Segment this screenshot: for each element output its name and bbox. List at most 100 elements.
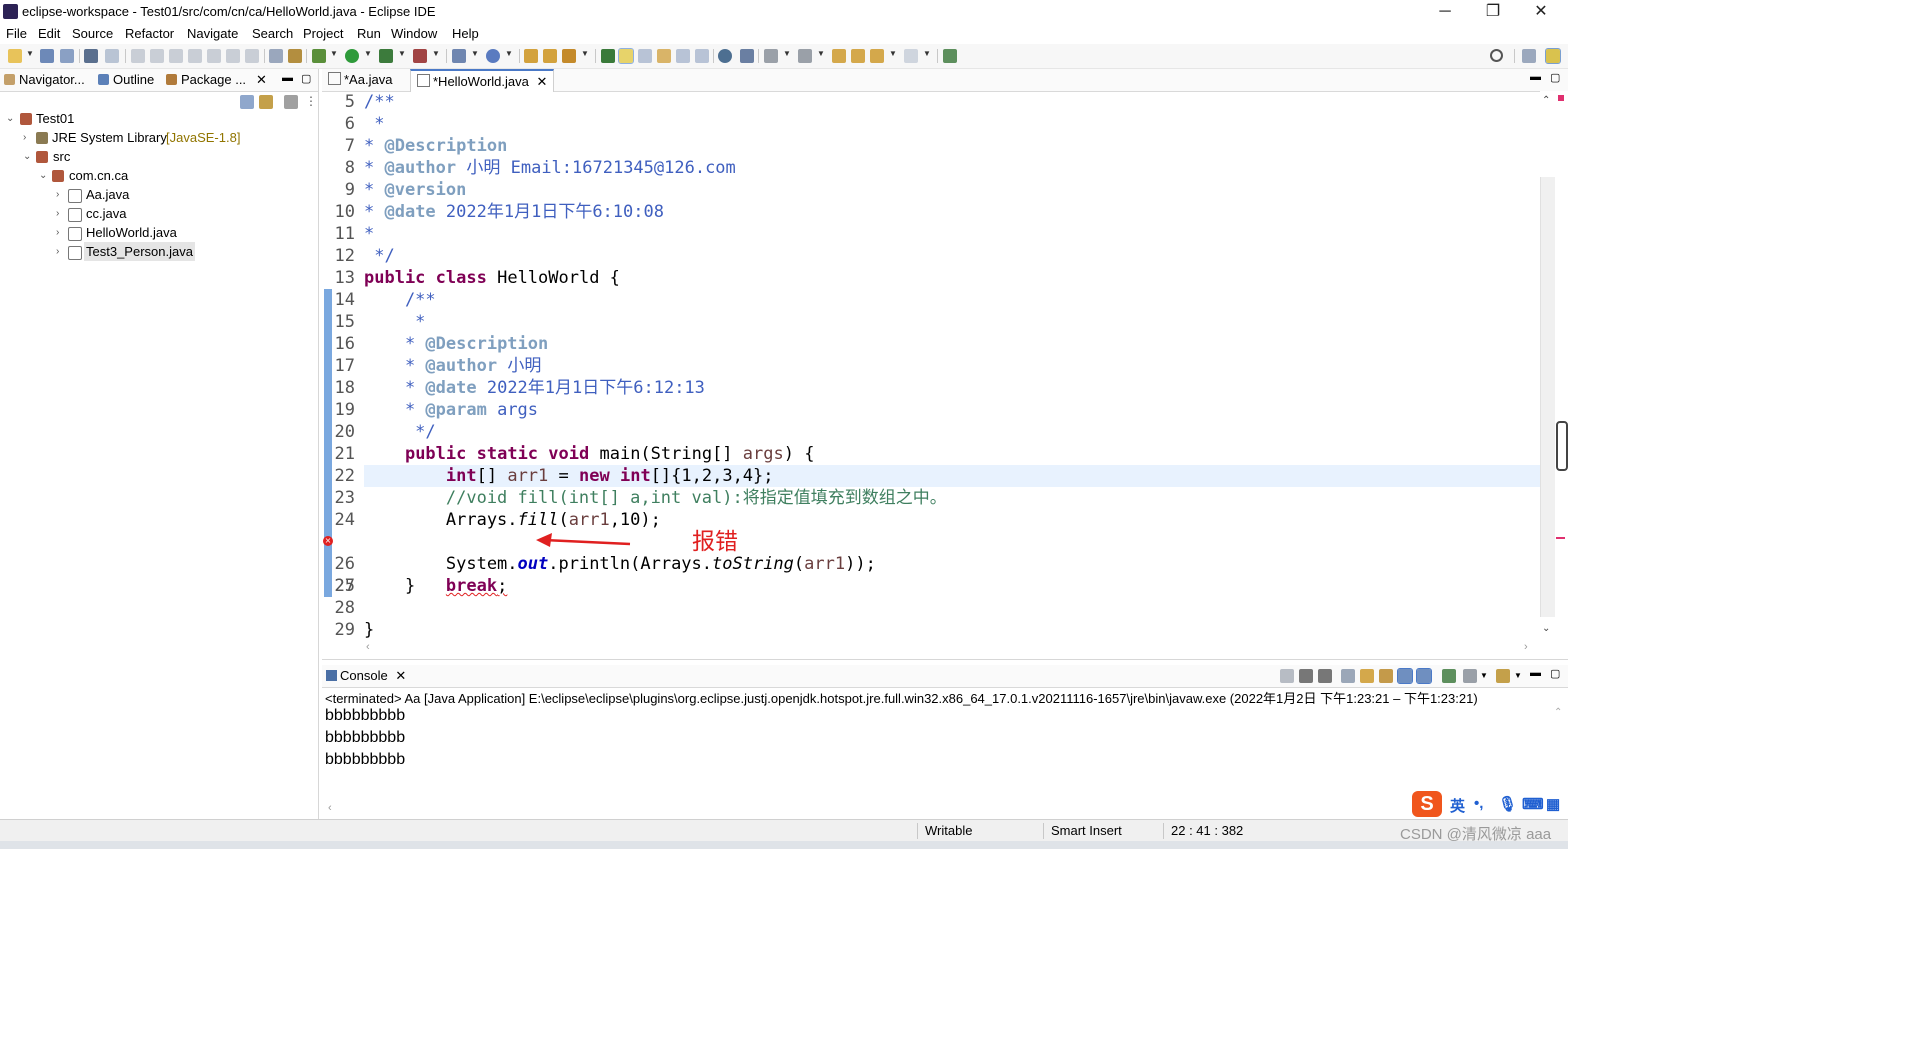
- console-close-icon[interactable]: ✕: [395, 668, 406, 683]
- chevron-down-icon[interactable]: ▼: [1514, 671, 1522, 680]
- minimize-editor-icon[interactable]: ▬: [1530, 71, 1541, 83]
- code-area[interactable]: 5/** 6 * 7 * @Description 8 * @author 小明 E…: [322, 91, 1540, 646]
- run-icon[interactable]: [345, 49, 359, 63]
- tab-console[interactable]: Console ✕: [326, 668, 406, 684]
- chevron-down-icon[interactable]: ⌄: [23, 147, 31, 166]
- pilcrow-icon[interactable]: [695, 49, 709, 63]
- chevron-right-icon[interactable]: ›: [56, 204, 59, 223]
- word-wrap-console-icon[interactable]: [1379, 669, 1393, 683]
- open-perspective-icon[interactable]: [1522, 49, 1536, 63]
- maximize-editor-view-icon[interactable]: ▢: [1550, 71, 1560, 84]
- scroll-down-icon[interactable]: ⌄: [1542, 623, 1550, 634]
- collapse-all-icon[interactable]: [240, 95, 254, 109]
- save-icon[interactable]: [40, 49, 54, 63]
- microphone-icon[interactable]: 🎙: [1498, 795, 1517, 813]
- skip-breakpoints-icon[interactable]: [105, 49, 119, 63]
- remove-all-terminated-icon[interactable]: [1318, 669, 1332, 683]
- tab-outline[interactable]: Outline: [98, 72, 154, 87]
- ime-punctuation-icon[interactable]: •,: [1474, 795, 1483, 812]
- chevron-right-icon[interactable]: ›: [23, 128, 26, 147]
- menu-edit[interactable]: Edit: [38, 26, 60, 41]
- minimize-view-icon[interactable]: ▬: [282, 72, 293, 84]
- filter-icon[interactable]: [284, 95, 298, 109]
- chevron-right-icon[interactable]: ›: [56, 185, 59, 204]
- chevron-right-icon[interactable]: ›: [56, 223, 59, 242]
- search-icon[interactable]: [1490, 49, 1503, 62]
- link-with-editor-icon[interactable]: [259, 95, 273, 109]
- pin-editor-icon[interactable]: [740, 49, 754, 63]
- ime-language-toggle[interactable]: 英: [1450, 795, 1465, 816]
- open-type-icon[interactable]: [524, 49, 538, 63]
- back-icon[interactable]: [870, 49, 884, 63]
- terminate-console-icon[interactable]: [1280, 669, 1294, 683]
- terminate-icon[interactable]: [169, 49, 183, 63]
- toggle-highlight-icon[interactable]: [618, 48, 634, 64]
- tab-helloworld-java[interactable]: *HelloWorld.java ✕: [410, 69, 555, 92]
- menu-project[interactable]: Project: [303, 26, 343, 41]
- minimize-console-icon[interactable]: ▬: [1530, 667, 1541, 679]
- terminal-icon[interactable]: [84, 49, 98, 63]
- error-marker-icon[interactable]: ×: [323, 536, 333, 546]
- external-tools-icon[interactable]: [413, 49, 427, 63]
- remove-launch-icon[interactable]: [1299, 669, 1313, 683]
- last-edit-icon[interactable]: [832, 49, 846, 63]
- ime-menu-icon[interactable]: ▦: [1546, 795, 1560, 813]
- restore-button[interactable]: ❐: [1478, 2, 1508, 22]
- scroll-lock-icon[interactable]: [1360, 669, 1374, 683]
- step-return-icon[interactable]: [245, 49, 259, 63]
- error-overview-marker[interactable]: [1556, 537, 1565, 539]
- show-on-stdout-icon[interactable]: [1397, 668, 1413, 684]
- step-over-icon[interactable]: [226, 49, 240, 63]
- debug-icon[interactable]: [312, 49, 326, 63]
- maximize-console-icon[interactable]: ▢: [1550, 667, 1560, 680]
- search-tool-icon[interactable]: [562, 49, 576, 63]
- tab-aa-java[interactable]: *Aa.java: [322, 69, 398, 91]
- whitespace-icon[interactable]: [676, 49, 690, 63]
- suspend-icon[interactable]: [150, 49, 164, 63]
- console-scroll-left-icon[interactable]: ‹: [328, 802, 332, 814]
- package-tab-close-icon[interactable]: ✕: [256, 72, 267, 88]
- next-annotation-icon[interactable]: [764, 49, 778, 63]
- minimize-button[interactable]: ─: [1430, 2, 1460, 22]
- step-into-icon[interactable]: [207, 49, 221, 63]
- toggle-block-icon[interactable]: [638, 49, 652, 63]
- pin-console-icon[interactable]: [1442, 669, 1456, 683]
- chevron-down-icon[interactable]: ▼: [1480, 671, 1488, 680]
- show-on-stderr-icon[interactable]: [1416, 668, 1432, 684]
- new-package-icon[interactable]: [486, 49, 500, 63]
- menu-run[interactable]: Run: [357, 26, 381, 41]
- close-window-button[interactable]: ✕: [1526, 2, 1556, 22]
- forward-icon[interactable]: [904, 49, 918, 63]
- disconnect-icon[interactable]: [188, 49, 202, 63]
- open-console-icon[interactable]: [1496, 669, 1510, 683]
- menu-navigate[interactable]: Navigate: [187, 26, 238, 41]
- keyboard-icon[interactable]: ⌨: [1522, 795, 1544, 813]
- scroll-up-icon[interactable]: ⌃: [1542, 95, 1550, 106]
- tab-navigator[interactable]: Navigator...: [4, 72, 85, 87]
- menu-window[interactable]: Window: [391, 26, 437, 41]
- clear-console-icon[interactable]: [1341, 669, 1355, 683]
- prev-annotation-icon[interactable]: [798, 49, 812, 63]
- chevron-right-icon[interactable]: ›: [56, 242, 59, 261]
- word-wrap-icon[interactable]: [657, 49, 671, 63]
- open-task-icon[interactable]: [543, 49, 557, 63]
- menu-refactor[interactable]: Refactor: [125, 26, 174, 41]
- overview-ruler-thumb[interactable]: [1556, 421, 1568, 471]
- new-java-project-icon[interactable]: [452, 49, 466, 63]
- java-perspective-icon[interactable]: [1545, 48, 1561, 64]
- menu-source[interactable]: Source: [72, 26, 113, 41]
- coverage-icon[interactable]: [379, 49, 393, 63]
- editor-horizontal-scrollbar[interactable]: ‹ ›: [364, 641, 1540, 656]
- ime-logo[interactable]: S: [1412, 791, 1442, 817]
- build-icon[interactable]: [288, 49, 302, 63]
- toggle-mark-icon[interactable]: [601, 49, 615, 63]
- resume-icon[interactable]: [131, 49, 145, 63]
- console-scroll-up-icon[interactable]: ⌃: [1554, 707, 1562, 718]
- maximize-editor-icon[interactable]: [943, 49, 957, 63]
- use-step-filters-icon[interactable]: [269, 49, 283, 63]
- chevron-down-icon[interactable]: ⌄: [39, 166, 47, 185]
- tab-package-explorer[interactable]: Package ...: [166, 72, 246, 87]
- scroll-track[interactable]: [1540, 177, 1555, 617]
- save-all-icon[interactable]: [60, 49, 74, 63]
- tab-close-icon[interactable]: ✕: [536, 74, 547, 89]
